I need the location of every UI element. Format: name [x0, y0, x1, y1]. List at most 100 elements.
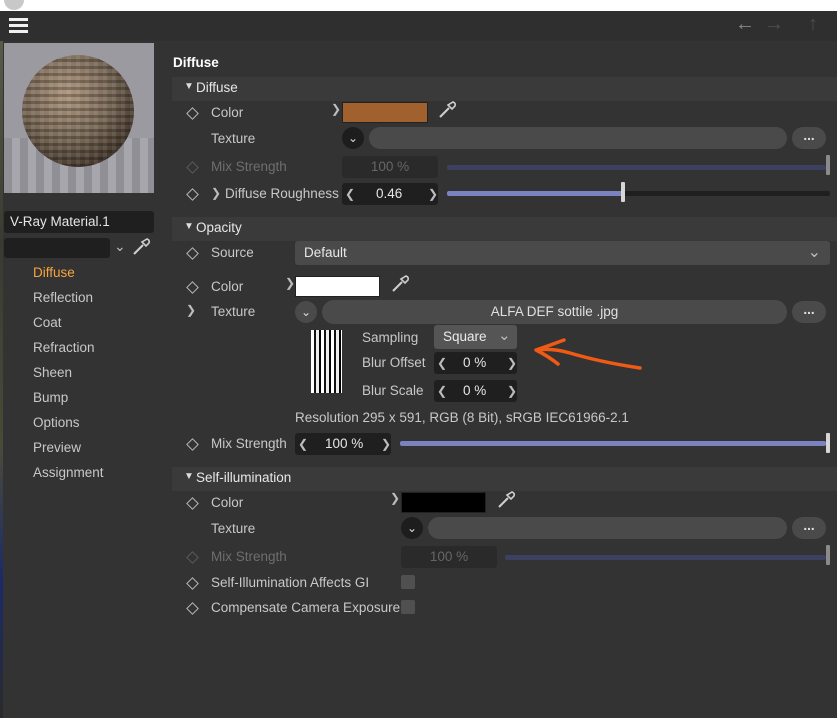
- slider-fill: [447, 191, 624, 196]
- texture-file-name: ALFA DEF sottile .jpg: [490, 304, 619, 319]
- texture-menu-button[interactable]: ⌄: [295, 301, 317, 323]
- opacity-texture-slot[interactable]: ALFA DEF sottile .jpg: [322, 300, 787, 324]
- section-self-illumination[interactable]: ▼ Self-illumination: [172, 467, 837, 491]
- app-icon: [4, 0, 24, 10]
- collapse-triangle-icon: ▼: [184, 81, 194, 92]
- sidebar-item-sheen[interactable]: Sheen: [33, 365, 72, 380]
- slider-handle[interactable]: [826, 155, 830, 175]
- texture-more-button[interactable]: ...: [792, 517, 826, 539]
- diffuse-texture-slot[interactable]: [369, 127, 787, 149]
- expand-chevron-icon[interactable]: ❯: [331, 102, 341, 116]
- diffuse-color-swatch[interactable]: [342, 102, 428, 123]
- material-link-field[interactable]: [4, 238, 110, 258]
- opacity-mix-strength-slider[interactable]: [400, 441, 826, 446]
- decrement-chevron-icon[interactable]: ❮: [298, 433, 308, 455]
- opacity-mix-strength-label: Mix Strength: [211, 436, 287, 451]
- diffuse-roughness-slider[interactable]: [447, 191, 830, 196]
- texture-menu-button[interactable]: ⌄: [342, 127, 364, 149]
- keyframe-diamond-icon[interactable]: [186, 551, 199, 564]
- opacity-mix-strength-field[interactable]: ❮ 100 % ❯: [295, 433, 391, 455]
- sidebar-item-options[interactable]: Options: [33, 415, 80, 430]
- expand-chevron-icon[interactable]: ❯: [285, 276, 295, 290]
- section-opacity[interactable]: ▼ Opacity: [172, 217, 837, 241]
- blur-offset-field[interactable]: ❮ 0 % ❯: [434, 352, 517, 374]
- sidebar-item-preview[interactable]: Preview: [33, 440, 81, 455]
- keyframe-diamond-icon[interactable]: [186, 438, 199, 451]
- keyframe-diamond-icon[interactable]: [186, 247, 199, 260]
- section-label: Opacity: [196, 220, 242, 235]
- affects-gi-label: Self-Illumination Affects GI: [211, 575, 370, 590]
- viewport-edge: [0, 41, 3, 718]
- diffuse-texture-label: Texture: [211, 131, 256, 146]
- self-illumination-mix-strength-field[interactable]: 100 %: [401, 546, 497, 568]
- sampling-dropdown[interactable]: Square ⌄: [434, 325, 517, 349]
- opacity-texture-label: Texture: [211, 304, 256, 319]
- opacity-color-label: Color: [211, 279, 244, 294]
- diffuse-roughness-field[interactable]: ❮ 0.46 ❯: [342, 183, 438, 205]
- chevron-down-icon: ⌄: [807, 244, 821, 261]
- slider-handle[interactable]: [826, 545, 830, 565]
- top-toolbar: ← → ↑: [0, 11, 837, 41]
- increment-chevron-icon[interactable]: ❯: [507, 352, 517, 374]
- eyedropper-icon[interactable]: [495, 489, 517, 514]
- decrement-chevron-icon[interactable]: ❮: [437, 380, 447, 402]
- compensate-exposure-label: Compensate Camera Exposure: [211, 600, 401, 615]
- keyframe-diamond-icon[interactable]: [186, 188, 199, 201]
- keyframe-diamond-icon[interactable]: [186, 281, 199, 294]
- keyframe-diamond-icon[interactable]: [186, 161, 199, 174]
- affects-gi-checkbox[interactable]: [401, 575, 415, 589]
- compensate-exposure-checkbox[interactable]: [401, 600, 415, 614]
- material-name-field[interactable]: V-Ray Material.1: [4, 211, 154, 233]
- keyframe-diamond-icon[interactable]: [186, 107, 199, 120]
- self-illumination-texture-slot[interactable]: [428, 517, 787, 539]
- expand-chevron-icon[interactable]: ❯: [211, 186, 221, 200]
- blur-scale-field[interactable]: ❮ 0 % ❯: [434, 380, 517, 402]
- self-illumination-color-swatch[interactable]: [401, 492, 486, 513]
- increment-chevron-icon[interactable]: ❯: [381, 433, 391, 455]
- arrow-right-icon[interactable]: →: [764, 13, 784, 36]
- collapse-triangle-icon: ▼: [184, 471, 194, 482]
- texture-menu-button[interactable]: ⌄: [401, 517, 423, 539]
- self-illumination-mix-strength-slider[interactable]: [505, 555, 826, 560]
- texture-more-button[interactable]: ...: [792, 301, 826, 323]
- keyframe-diamond-icon[interactable]: [186, 497, 199, 510]
- self-illumination-texture-label: Texture: [211, 521, 256, 536]
- decrement-chevron-icon[interactable]: ❮: [345, 183, 355, 205]
- opacity-source-dropdown[interactable]: Default ⌄: [295, 241, 830, 265]
- texture-more-button[interactable]: ...: [792, 127, 826, 149]
- slider-handle[interactable]: [621, 182, 626, 202]
- sidebar-item-bump[interactable]: Bump: [33, 390, 68, 405]
- slider-handle[interactable]: [826, 433, 830, 453]
- increment-chevron-icon[interactable]: ❯: [428, 183, 438, 205]
- sidebar-item-coat[interactable]: Coat: [33, 315, 62, 330]
- arrow-up-icon[interactable]: ↑: [808, 13, 818, 36]
- expand-chevron-icon[interactable]: ❯: [390, 491, 400, 505]
- material-preview: [4, 43, 154, 193]
- self-illumination-color-label: Color: [211, 495, 244, 510]
- keyframe-diamond-icon[interactable]: [186, 602, 199, 615]
- opacity-color-swatch[interactable]: [295, 276, 380, 297]
- sidebar-item-refraction[interactable]: Refraction: [33, 340, 95, 355]
- blur-scale-label: Blur Scale: [362, 383, 424, 398]
- hamburger-icon[interactable]: [9, 17, 29, 35]
- blur-offset-value: 0 %: [463, 355, 487, 370]
- decrement-chevron-icon[interactable]: ❮: [437, 352, 447, 374]
- section-diffuse[interactable]: ▼ Diffuse: [172, 77, 837, 101]
- expand-chevron-icon[interactable]: ❯: [186, 303, 196, 317]
- keyframe-diamond-icon[interactable]: [186, 577, 199, 590]
- sidebar-item-reflection[interactable]: Reflection: [33, 290, 93, 305]
- blur-scale-value: 0 %: [463, 383, 487, 398]
- eyedropper-icon[interactable]: [436, 99, 458, 124]
- diffuse-mix-strength-label: Mix Strength: [211, 159, 287, 174]
- eyedropper-icon[interactable]: [130, 236, 152, 261]
- diffuse-mix-strength-slider[interactable]: [447, 165, 826, 170]
- chevron-down-icon[interactable]: ⌄: [114, 238, 126, 255]
- diffuse-mix-strength-field[interactable]: 100 %: [342, 156, 438, 178]
- arrow-left-icon[interactable]: ←: [735, 13, 755, 36]
- sidebar-item-assignment[interactable]: Assignment: [33, 465, 104, 480]
- collapse-triangle-icon: ▼: [184, 221, 194, 232]
- diffuse-roughness-label: Diffuse Roughness: [225, 186, 339, 201]
- eyedropper-icon[interactable]: [389, 273, 411, 298]
- increment-chevron-icon[interactable]: ❯: [507, 380, 517, 402]
- sidebar-item-diffuse[interactable]: Diffuse: [33, 265, 75, 280]
